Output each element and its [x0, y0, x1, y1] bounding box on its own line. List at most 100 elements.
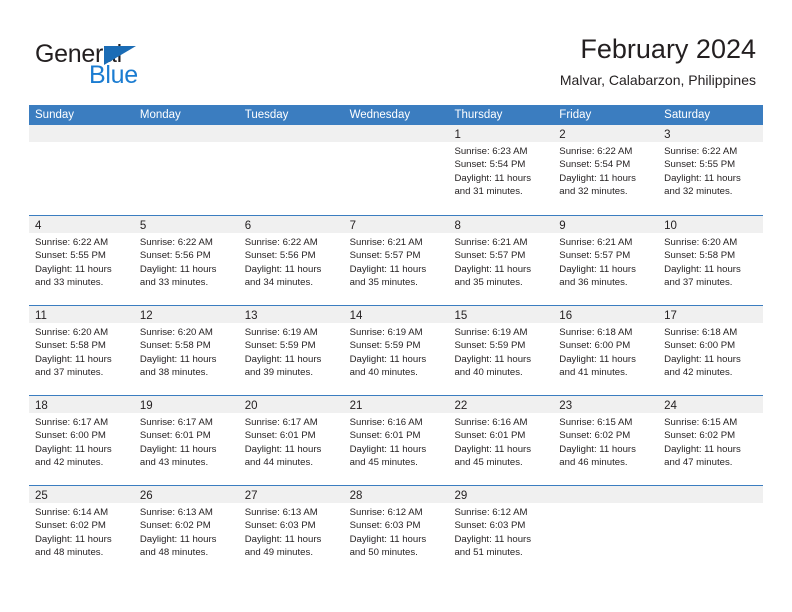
- day-cell[interactable]: 17 Sunrise: 6:18 AM Sunset: 6:00 PM Dayligh…: [658, 306, 764, 395]
- sunrise-text: Sunrise: 6:17 AM: [35, 417, 109, 428]
- day-number: 12: [139, 310, 153, 322]
- day-cell[interactable]: 20 Sunrise: 6:17 AM Sunset: 6:01 PM Dayligh…: [238, 396, 344, 485]
- daylight-text: Daylight: 11 hours and 49 minutes.: [244, 533, 322, 558]
- weekday-wednesday: Wednesday: [349, 109, 411, 121]
- day-cell[interactable]: 23 Sunrise: 6:15 AM Sunset: 6:02 PM Dayligh…: [553, 396, 659, 485]
- day-number-band: 14: [343, 306, 449, 323]
- day-cell[interactable]: 24 Sunrise: 6:15 AM Sunset: 6:02 PM Dayligh…: [658, 396, 764, 485]
- day-number-band: 6: [238, 216, 344, 233]
- daylight-text: Daylight: 11 hours and 34 minutes.: [244, 263, 322, 288]
- daylight-text: Daylight: 11 hours and 37 minutes.: [664, 263, 741, 288]
- sunrise-text: Sunrise: 6:23 AM: [454, 146, 528, 157]
- day-cell[interactable]: 4 Sunrise: 6:22 AM Sunset: 5:55 PM Daylight…: [29, 216, 134, 305]
- day-info: Sunrise: 6:22 AM Sunset: 5:56 PM Daylight:…: [239, 233, 344, 289]
- day-number: 3: [664, 129, 671, 141]
- day-cell[interactable]: 11 Sunrise: 6:20 AM Sunset: 5:58 PM Dayligh…: [29, 306, 134, 395]
- day-info: Sunrise: 6:13 AM Sunset: 6:03 PM Daylight:…: [239, 503, 344, 559]
- sunset-text: Sunset: 5:58 PM: [35, 340, 106, 352]
- day-info: Sunrise: 6:22 AM Sunset: 5:54 PM Daylight:…: [553, 142, 658, 198]
- calendar-grid: Sunday Monday Tuesday Wednesday Thursday…: [29, 105, 764, 575]
- day-cell[interactable]: 25 Sunrise: 6:14 AM Sunset: 6:02 PM Dayligh…: [29, 486, 134, 575]
- day-number-band: 26: [133, 486, 239, 503]
- day-info: Sunrise: 6:15 AM Sunset: 6:02 PM Daylight:…: [658, 413, 763, 469]
- day-cell[interactable]: 5 Sunrise: 6:22 AM Sunset: 5:56 PM Daylight…: [133, 216, 239, 305]
- day-info: Sunrise: 6:12 AM Sunset: 6:03 PM Daylight:…: [344, 503, 449, 559]
- day-cell[interactable]: 2 Sunrise: 6:22 AM Sunset: 5:54 PM Daylight…: [553, 125, 659, 215]
- daylight-text: Daylight: 11 hours and 45 minutes.: [454, 443, 532, 468]
- day-cell[interactable]: 26 Sunrise: 6:13 AM Sunset: 6:02 PM Dayligh…: [133, 486, 239, 575]
- daylight-text: Daylight: 11 hours and 39 minutes.: [244, 353, 322, 378]
- sunrise-text: Sunrise: 6:15 AM: [559, 417, 633, 428]
- weekday-monday: Monday: [139, 109, 181, 121]
- daylight-text: Daylight: 11 hours and 32 minutes.: [559, 172, 636, 197]
- day-cell[interactable]: 10 Sunrise: 6:20 AM Sunset: 5:58 PM Dayligh…: [658, 216, 764, 305]
- sunrise-text: Sunrise: 6:18 AM: [559, 327, 633, 338]
- day-cell[interactable]: 3 Sunrise: 6:22 AM Sunset: 5:55 PM Daylight…: [658, 125, 764, 215]
- general-blue-logo[interactable]: General Blue: [35, 40, 235, 89]
- day-number-band: 27: [238, 486, 344, 503]
- day-number-band: 19: [133, 396, 239, 413]
- week-row: 25 Sunrise: 6:14 AM Sunset: 6:02 PM Dayligh…: [29, 485, 764, 575]
- day-cell-empty: [553, 486, 659, 575]
- day-info: Sunrise: 6:21 AM Sunset: 5:57 PM Daylight:…: [448, 233, 553, 289]
- day-cell[interactable]: 16 Sunrise: 6:18 AM Sunset: 6:00 PM Dayligh…: [553, 306, 659, 395]
- day-cell[interactable]: 27 Sunrise: 6:13 AM Sunset: 6:03 PM Dayligh…: [238, 486, 344, 575]
- sunset-text: Sunset: 5:59 PM: [244, 340, 316, 352]
- day-cell[interactable]: 14 Sunrise: 6:19 AM Sunset: 5:59 PM Dayligh…: [343, 306, 449, 395]
- day-cell[interactable]: 18 Sunrise: 6:17 AM Sunset: 6:00 PM Dayligh…: [29, 396, 134, 485]
- day-info: Sunrise: 6:18 AM Sunset: 6:00 PM Daylight:…: [658, 323, 763, 379]
- day-number-band: 29: [448, 486, 554, 503]
- day-cell[interactable]: 13 Sunrise: 6:19 AM Sunset: 5:59 PM Dayligh…: [238, 306, 344, 395]
- day-number: 11: [35, 310, 47, 322]
- day-cell[interactable]: 6 Sunrise: 6:22 AM Sunset: 5:56 PM Daylight…: [238, 216, 344, 305]
- daylight-text: Daylight: 11 hours and 33 minutes.: [139, 263, 217, 288]
- sunset-text: Sunset: 6:02 PM: [559, 430, 631, 442]
- day-info: Sunrise: 6:17 AM Sunset: 6:01 PM Daylight:…: [239, 413, 344, 469]
- day-info: Sunrise: 6:12 AM Sunset: 6:03 PM Daylight:…: [448, 503, 553, 559]
- day-cell[interactable]: 9 Sunrise: 6:21 AM Sunset: 5:57 PM Daylight…: [553, 216, 659, 305]
- day-cell[interactable]: 21 Sunrise: 6:16 AM Sunset: 6:01 PM Dayligh…: [343, 396, 449, 485]
- weeks-container: 1 Sunrise: 6:23 AM Sunset: 5:54 PM Daylight…: [29, 125, 764, 575]
- sunset-text: Sunset: 5:57 PM: [349, 250, 421, 262]
- page-title: February 2024: [580, 34, 756, 64]
- sunset-text: Sunset: 5:58 PM: [139, 340, 211, 352]
- sunset-text: Sunset: 6:02 PM: [35, 520, 106, 532]
- day-cell[interactable]: 8 Sunrise: 6:21 AM Sunset: 5:57 PM Daylight…: [448, 216, 554, 305]
- day-cell[interactable]: 22 Sunrise: 6:16 AM Sunset: 6:01 PM Dayligh…: [448, 396, 554, 485]
- day-number-band: 20: [238, 396, 344, 413]
- day-cell[interactable]: 7 Sunrise: 6:21 AM Sunset: 5:57 PM Daylight…: [343, 216, 449, 305]
- day-number-band: 4: [29, 216, 134, 233]
- day-cell-empty: [658, 486, 764, 575]
- daylight-text: Daylight: 11 hours and 35 minutes.: [454, 263, 532, 288]
- daylight-text: Daylight: 11 hours and 48 minutes.: [35, 533, 112, 558]
- day-number: 28: [349, 490, 363, 502]
- day-cell[interactable]: 1 Sunrise: 6:23 AM Sunset: 5:54 PM Daylight…: [448, 125, 554, 215]
- day-number-band: 21: [343, 396, 449, 413]
- day-cell[interactable]: 12 Sunrise: 6:20 AM Sunset: 5:58 PM Dayligh…: [133, 306, 239, 395]
- day-cell-empty: [343, 125, 449, 215]
- day-cell[interactable]: 29 Sunrise: 6:12 AM Sunset: 6:03 PM Dayligh…: [448, 486, 554, 575]
- day-info: Sunrise: 6:21 AM Sunset: 5:57 PM Daylight:…: [344, 233, 449, 289]
- daylight-text: Daylight: 11 hours and 43 minutes.: [139, 443, 217, 468]
- day-cell[interactable]: 15 Sunrise: 6:19 AM Sunset: 5:59 PM Dayligh…: [448, 306, 554, 395]
- day-number: 14: [349, 310, 363, 322]
- day-cell[interactable]: 28 Sunrise: 6:12 AM Sunset: 6:03 PM Dayligh…: [343, 486, 449, 575]
- sunrise-text: Sunrise: 6:19 AM: [244, 327, 318, 338]
- day-number: 27: [244, 490, 258, 502]
- day-number: 29: [454, 490, 468, 502]
- daylight-text: Daylight: 11 hours and 36 minutes.: [559, 263, 636, 288]
- day-number-band: 2: [553, 125, 659, 142]
- day-number-band: 7: [343, 216, 449, 233]
- day-info: Sunrise: 6:17 AM Sunset: 6:01 PM Daylight:…: [134, 413, 239, 469]
- sunset-text: Sunset: 5:54 PM: [454, 159, 526, 171]
- day-info: Sunrise: 6:20 AM Sunset: 5:58 PM Daylight:…: [134, 323, 239, 379]
- daylight-text: Daylight: 11 hours and 35 minutes.: [349, 263, 427, 288]
- sunrise-text: Sunrise: 6:17 AM: [139, 417, 213, 428]
- day-info: Sunrise: 6:18 AM Sunset: 6:00 PM Daylight:…: [553, 323, 658, 379]
- day-number: 10: [664, 220, 677, 232]
- day-cell[interactable]: 19 Sunrise: 6:17 AM Sunset: 6:01 PM Dayligh…: [133, 396, 239, 485]
- day-number-band: 16: [553, 306, 659, 323]
- title-block: February 2024 Malvar, Calabarzon, Philip…: [560, 33, 756, 90]
- sunset-text: Sunset: 6:01 PM: [244, 430, 316, 442]
- daylight-text: Daylight: 11 hours and 44 minutes.: [244, 443, 322, 468]
